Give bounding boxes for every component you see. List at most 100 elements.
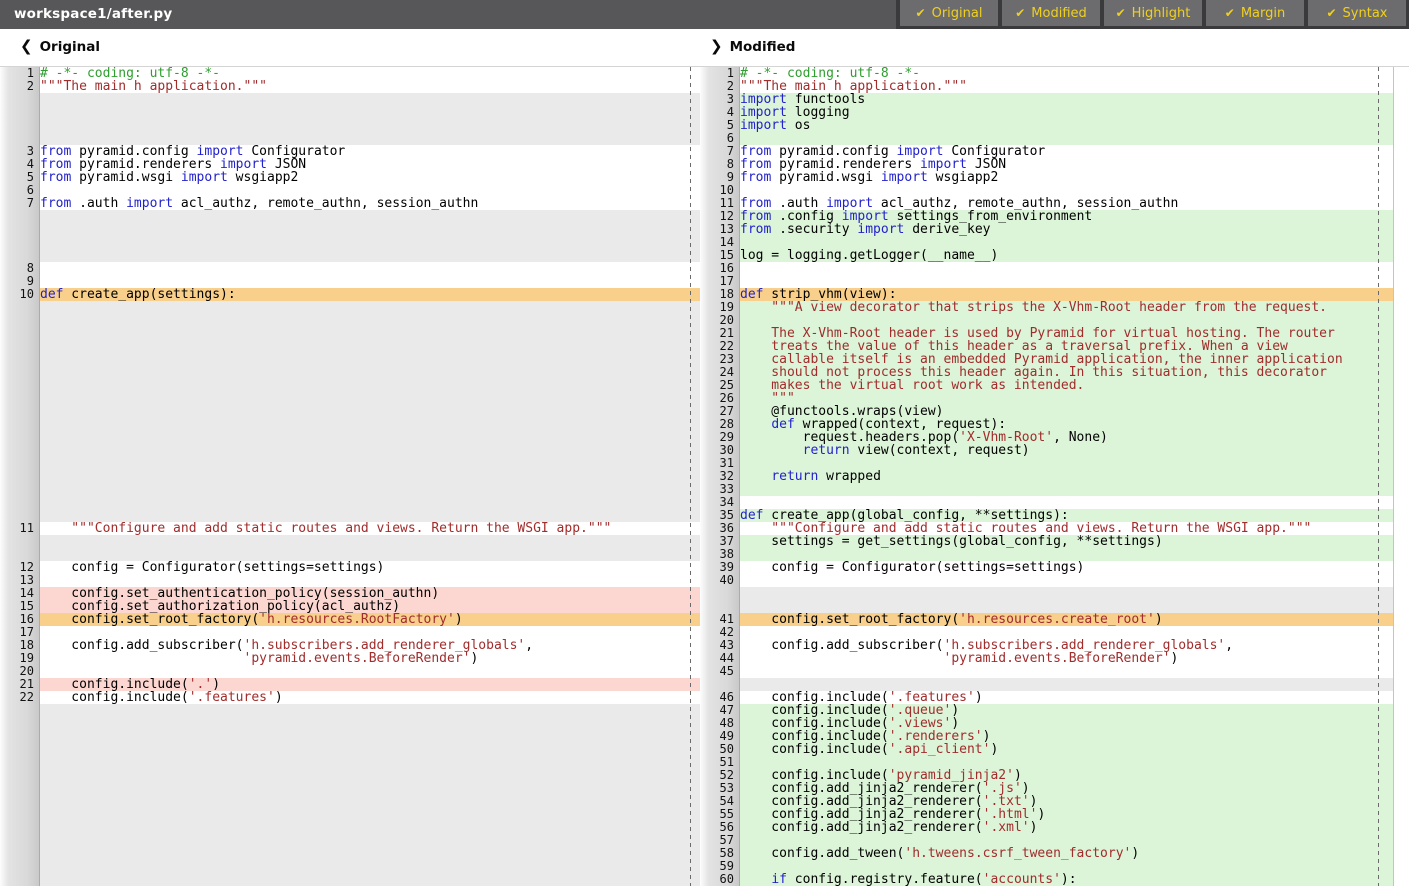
code-row: from .auth import acl_authz, remote_auth… xyxy=(740,197,1393,210)
original-pane[interactable]: 12345678910111213141516171819202122 # -*… xyxy=(0,67,700,886)
filler-row xyxy=(40,782,700,795)
original-code-area[interactable]: # -*- coding: utf-8 -*-"""The main h app… xyxy=(40,67,700,886)
code-row: from .security import derive_key xyxy=(740,223,1393,236)
line-number xyxy=(0,392,39,405)
toggle-original-button[interactable]: ✔ Original xyxy=(900,0,998,26)
line-number xyxy=(0,93,39,106)
filler-row xyxy=(740,600,1393,613)
line-number xyxy=(0,340,39,353)
filler-row xyxy=(40,769,700,782)
filler-row xyxy=(40,132,700,145)
modified-pane[interactable]: 1234567891011121314151617181920212223242… xyxy=(700,67,1409,886)
filler-row xyxy=(40,717,700,730)
code-row: if config.registry.feature('accounts'): xyxy=(740,873,1393,886)
button-label: Margin xyxy=(1241,6,1285,21)
code-row: """ xyxy=(740,392,1393,405)
line-number: 7 xyxy=(0,197,39,210)
file-title: workspace1/after.py xyxy=(14,0,172,29)
line-number xyxy=(0,483,39,496)
code-row xyxy=(40,574,700,587)
code-row xyxy=(740,275,1393,288)
filler-row xyxy=(40,340,700,353)
line-number xyxy=(0,366,39,379)
line-number xyxy=(0,756,39,769)
code-row: # -*- coding: utf-8 -*- xyxy=(40,67,700,80)
code-row: config.set_authentication_policy(session… xyxy=(40,587,700,600)
code-row xyxy=(740,236,1393,249)
code-row: config.add_jinja2_renderer('.js') xyxy=(740,782,1393,795)
code-row: """The main h application.""" xyxy=(40,80,700,93)
filler-row xyxy=(40,392,700,405)
filler-row xyxy=(40,470,700,483)
filler-row xyxy=(40,743,700,756)
code-row xyxy=(740,548,1393,561)
filler-row xyxy=(40,756,700,769)
code-row xyxy=(40,665,700,678)
line-number xyxy=(700,587,739,600)
modified-pane-label: Modified xyxy=(730,39,796,55)
original-line-number-gutter: 12345678910111213141516171819202122 xyxy=(0,67,40,886)
line-number: 45 xyxy=(700,665,739,678)
toggle-modified-button[interactable]: ✔Modified xyxy=(1002,0,1100,26)
toggle-syntax-button[interactable]: ✔Syntax xyxy=(1308,0,1406,26)
code-row: """A view decorator that strips the X-Vh… xyxy=(740,301,1393,314)
line-number xyxy=(0,444,39,457)
code-row: treats the value of this header as a tra… xyxy=(740,340,1393,353)
code-row: import os xyxy=(740,119,1393,132)
code-row: def wrapped(context, request): xyxy=(740,418,1393,431)
toggle-margin-button[interactable]: ✔Margin xyxy=(1206,0,1304,26)
filler-row xyxy=(40,483,700,496)
filler-row xyxy=(740,587,1393,600)
code-row: config.include('.features') xyxy=(740,691,1393,704)
filler-row xyxy=(40,431,700,444)
button-label: Original xyxy=(932,6,983,21)
title-bar: workspace1/after.py ✔Original✔Modified✔H… xyxy=(0,0,1409,29)
diff-area: 12345678910111213141516171819202122 # -*… xyxy=(0,67,1409,886)
line-number xyxy=(0,847,39,860)
line-number xyxy=(0,535,39,548)
line-number: 40 xyxy=(700,574,739,587)
code-row: config.include('.api_client') xyxy=(740,743,1393,756)
code-row xyxy=(740,834,1393,847)
column-margin-line xyxy=(1378,67,1379,886)
line-number: 22 xyxy=(0,691,39,704)
code-row: """Configure and add static routes and v… xyxy=(40,522,700,535)
pane-headers: ❮Original ❯Modified xyxy=(0,29,1409,67)
line-number xyxy=(0,457,39,470)
line-number xyxy=(0,210,39,223)
filler-row xyxy=(740,678,1393,691)
check-icon: ✔ xyxy=(916,6,926,20)
line-number xyxy=(0,236,39,249)
line-number xyxy=(0,769,39,782)
line-number xyxy=(0,327,39,340)
filler-row xyxy=(40,210,700,223)
toggle-highlight-button[interactable]: ✔Highlight xyxy=(1104,0,1202,26)
code-row: config.include('.queue') xyxy=(740,704,1393,717)
button-label: Syntax xyxy=(1343,6,1388,21)
check-icon: ✔ xyxy=(1015,6,1025,20)
line-number xyxy=(0,223,39,236)
code-row: def create_app(settings): xyxy=(40,288,700,301)
line-number xyxy=(0,119,39,132)
code-row xyxy=(740,626,1393,639)
code-row: """Configure and add static routes and v… xyxy=(740,522,1393,535)
modified-code-area[interactable]: # -*- coding: utf-8 -*-"""The main h app… xyxy=(740,67,1394,886)
filler-row xyxy=(40,535,700,548)
line-number xyxy=(0,314,39,327)
code-row xyxy=(40,275,700,288)
filler-row xyxy=(40,548,700,561)
filler-row xyxy=(40,249,700,262)
line-number xyxy=(0,106,39,119)
line-number: 2 xyxy=(0,80,39,93)
filler-row xyxy=(40,379,700,392)
code-row: from pyramid.wsgi import wsgiapp2 xyxy=(740,171,1393,184)
code-row: import functools xyxy=(740,93,1393,106)
button-label: Highlight xyxy=(1132,6,1191,21)
filler-row xyxy=(40,808,700,821)
code-row: """The main h application.""" xyxy=(740,80,1393,93)
filler-row xyxy=(40,327,700,340)
code-row: config.set_root_factory('h.resources.cre… xyxy=(740,613,1393,626)
code-row: config.set_root_factory('h.resources.Roo… xyxy=(40,613,700,626)
line-number xyxy=(0,795,39,808)
code-row: config.include('.renderers') xyxy=(740,730,1393,743)
